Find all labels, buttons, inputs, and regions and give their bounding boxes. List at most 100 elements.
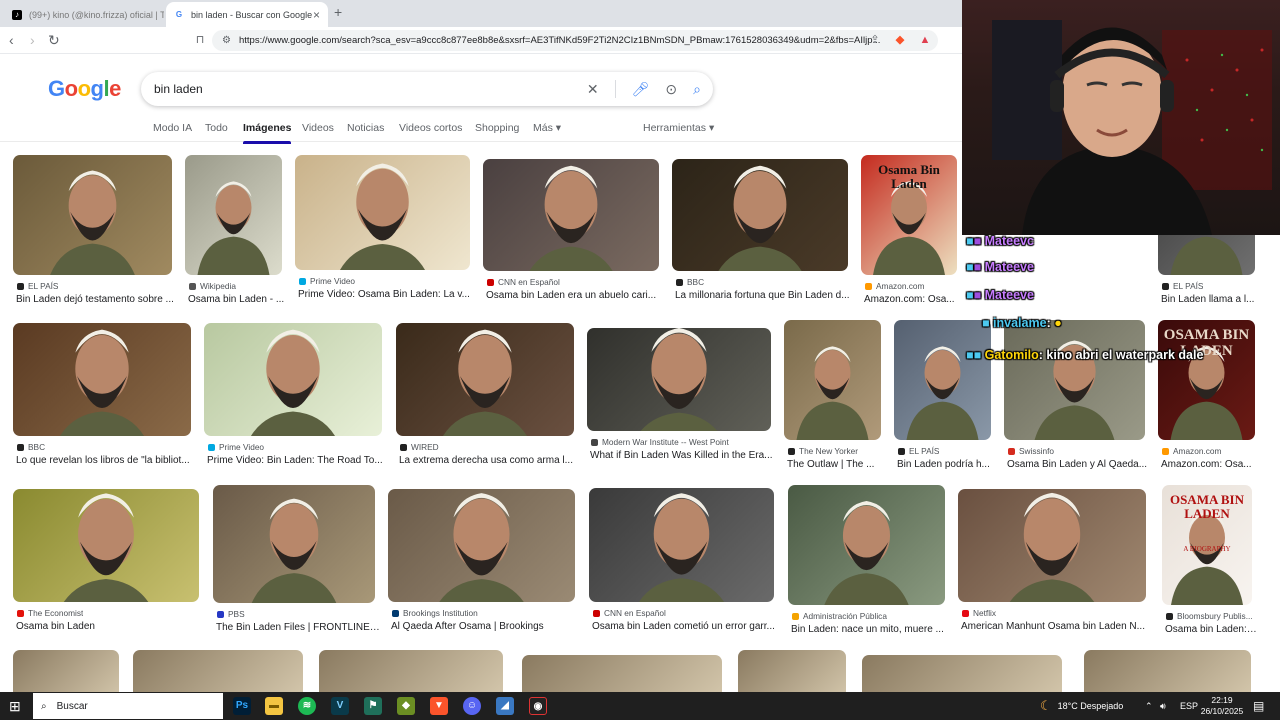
image-result-card[interactable]: The New Yorker The Outlaw | The ... (784, 320, 889, 484)
result-source[interactable]: Brookings Institution (392, 608, 478, 618)
image-result-card[interactable]: Prime Video Prime Video: Osama Bin Laden:… (295, 155, 478, 314)
result-thumbnail[interactable]: OSAMA BIN LADEN A BIOGRAPHY (1162, 485, 1252, 605)
result-thumbnail[interactable] (185, 155, 282, 275)
result-source[interactable]: Prime Video (299, 276, 355, 286)
bookmark-icon[interactable]: ⊓ (193, 33, 207, 47)
result-source[interactable]: BBC (17, 442, 45, 452)
notification-icon[interactable]: ▤ (1253, 692, 1264, 720)
result-title[interactable]: Osama bin Laden era un abuelo cari... (486, 290, 656, 301)
image-result-card[interactable]: Osama Bin Laden Amazon.com Amazon.com: Osa… (861, 155, 965, 319)
tab-todo[interactable]: Todo (205, 122, 228, 134)
image-result-card[interactable]: OSAMA BIN LADEN A BIOGRAPHY Bloomsbury Pub… (1162, 485, 1260, 649)
image-result-card[interactable]: Brookings Institution Al Qaeda After Osam… (388, 489, 583, 646)
tab-mas[interactable]: Más ▾ (533, 122, 561, 134)
tab-videos-cortos[interactable]: Videos cortos (399, 122, 462, 134)
brave-rewards-icon[interactable]: ▲ (918, 33, 932, 47)
weather-widget[interactable]: ☾ 18°C Despejado (1040, 692, 1123, 720)
result-source[interactable]: BBC (676, 277, 704, 287)
result-thumbnail[interactable] (396, 323, 574, 436)
result-thumbnail[interactable] (388, 489, 575, 602)
result-thumbnail[interactable] (13, 155, 172, 275)
search-box[interactable]: bin laden ✕ 🎤︎ ⊙ ⌕ (141, 72, 713, 106)
image-result-card[interactable]: Modern War Institute -- West Point What i… (587, 328, 779, 475)
image-result-card[interactable]: PBS The Bin Laden Files | FRONTLINE ... (213, 485, 383, 647)
result-title[interactable]: Prime Video: Osama Bin Laden: La v... (298, 289, 470, 300)
browser-tab-tiktok[interactable]: ♪ (99+) kino (@kino.frizza) oficial | Ti… (4, 2, 164, 27)
result-thumbnail[interactable] (133, 650, 303, 692)
search-icon[interactable]: ⌕ (693, 81, 701, 98)
result-title[interactable]: Osama bin Laden - ... (188, 294, 284, 305)
site-info-icon[interactable]: ⚙ (222, 35, 231, 46)
result-title[interactable]: Bin Laden dejó testamento sobre ... (16, 294, 174, 305)
result-title[interactable]: La millonaria fortuna que Bin Laden d... (675, 290, 850, 301)
share-icon[interactable]: ⇪ (868, 33, 882, 47)
reload-icon[interactable]: ↻ (48, 32, 60, 48)
result-title[interactable]: The Bin Laden Files | FRONTLINE ... (216, 622, 380, 633)
result-source[interactable]: Administración Pública (792, 611, 887, 621)
result-thumbnail[interactable] (784, 320, 881, 440)
back-icon[interactable]: ‹ (9, 32, 14, 48)
result-source[interactable]: CNN en Español (487, 277, 560, 287)
result-thumbnail[interactable] (1084, 650, 1251, 692)
language-indicator[interactable]: ESP (1180, 692, 1198, 720)
brave-shield-icon[interactable]: ◆ (893, 33, 907, 47)
result-title[interactable]: American Manhunt Osama bin Laden N... (961, 621, 1145, 632)
result-thumbnail[interactable] (213, 485, 375, 603)
result-title[interactable]: Al Qaeda After Osama | Brookings (391, 621, 544, 632)
result-source[interactable]: Prime Video (208, 442, 264, 452)
result-source[interactable]: Amazon.com (865, 281, 924, 291)
search-input[interactable]: bin laden (154, 82, 203, 96)
taskbar-search[interactable]: ⌕ Buscar (33, 693, 223, 719)
result-source[interactable]: CNN en Español (593, 608, 666, 618)
result-title[interactable]: Osama bin Laden (16, 621, 95, 632)
result-thumbnail[interactable] (13, 323, 191, 436)
address-bar[interactable]: ⚙ https://www.google.com/search?sca_esv=… (212, 30, 938, 51)
obs-icon[interactable]: ◉ (529, 697, 547, 715)
result-source[interactable]: Swissinfo (1008, 446, 1054, 456)
image-result-card[interactable]: CNN en Español Osama bin Laden era un abu… (483, 159, 667, 315)
result-source[interactable]: EL PAÍS (17, 281, 58, 291)
close-tab-icon[interactable]: × (313, 8, 320, 22)
tab-videos[interactable]: Videos (302, 122, 334, 134)
file-explorer-icon[interactable]: ▬ (265, 697, 283, 715)
result-source[interactable]: Netflix (962, 608, 996, 618)
result-title[interactable]: Osama Bin Laden y Al Qaeda... (1007, 459, 1147, 470)
tab-imagenes[interactable]: Imágenes (243, 122, 292, 144)
image-result-card[interactable]: EL PAÍS Bin Laden dejó testamento sobre .… (13, 155, 180, 319)
result-source[interactable]: The Economist (17, 608, 83, 618)
forward-icon[interactable]: › (30, 32, 35, 48)
result-thumbnail[interactable] (204, 323, 382, 436)
image-result-card[interactable]: BBC La millonaria fortuna que Bin Laden d… (672, 159, 856, 315)
result-thumbnail[interactable] (788, 485, 945, 605)
result-title[interactable]: Osama bin Laden: ... (1165, 624, 1257, 635)
windows-start-icon[interactable]: ⊞ (9, 698, 21, 715)
clock[interactable]: 22:19 26/10/2025 (1200, 695, 1244, 717)
result-title[interactable]: Lo que revelan los libros de "la bibliot… (16, 455, 190, 466)
image-result-card[interactable]: CNN en Español Osama bin Laden cometió un… (589, 488, 782, 646)
browser-tab-google[interactable]: G bin laden - Buscar con Google × (166, 2, 328, 27)
result-thumbnail[interactable] (13, 650, 119, 692)
result-thumbnail[interactable] (672, 159, 848, 271)
image-result-card[interactable]: WIRED La extrema derecha usa como arma l.… (396, 323, 582, 480)
result-source[interactable]: PBS (217, 609, 245, 619)
result-thumbnail[interactable] (295, 155, 470, 270)
image-result-card[interactable]: BBC Lo que revelan los libros de "la bibl… (13, 323, 199, 480)
result-source[interactable]: Wikipedia (189, 281, 236, 291)
result-thumbnail[interactable] (589, 488, 774, 602)
result-title[interactable]: Bin Laden: nace un mito, muere ... (791, 624, 944, 635)
image-result-card[interactable]: Administración Pública Bin Laden: nace un… (788, 485, 953, 649)
new-tab-icon[interactable]: + (334, 4, 342, 20)
result-source[interactable]: Bloomsbury Publis... (1166, 611, 1253, 621)
result-title[interactable]: La extrema derecha usa como arma l... (399, 455, 573, 466)
result-thumbnail[interactable] (319, 650, 503, 692)
result-thumbnail[interactable] (483, 159, 659, 271)
app-icon[interactable]: ◢ (496, 697, 514, 715)
discord-icon[interactable]: ☺ (463, 697, 481, 715)
image-result-card[interactable]: Prime Video Prime Video: Bin Laden: The R… (204, 323, 390, 480)
tab-shopping[interactable]: Shopping (475, 122, 519, 134)
result-source[interactable]: Amazon.com (1162, 446, 1221, 456)
result-thumbnail[interactable] (738, 650, 846, 692)
tray-chevron-icon[interactable]: ⌃ (1145, 692, 1153, 720)
brave-icon[interactable]: ▼ (430, 697, 448, 715)
result-source[interactable]: EL PAÍS (898, 446, 939, 456)
